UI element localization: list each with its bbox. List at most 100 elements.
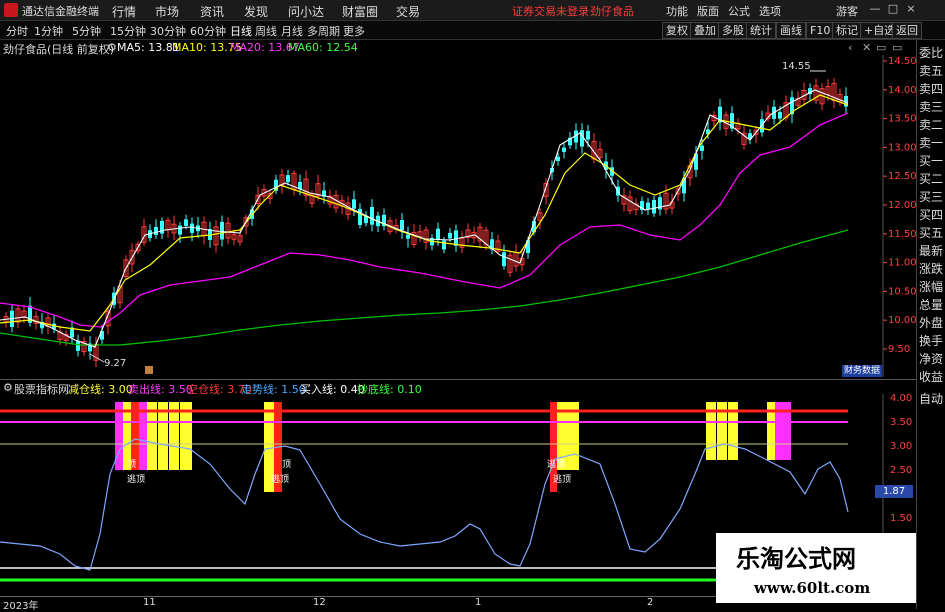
- quote-panel-item[interactable]: 卖四: [919, 80, 943, 97]
- window-toggle-icon[interactable]: ▭: [892, 41, 902, 54]
- price-axis-label: 10.50: [888, 286, 916, 297]
- menu-item-formula[interactable]: 公式: [728, 3, 750, 19]
- quote-panel-item[interactable]: 最新: [919, 242, 943, 259]
- login-warning[interactable]: 证券交易未登录: [512, 3, 589, 19]
- tab-5min[interactable]: 5分钟: [72, 23, 101, 39]
- quote-panel-item[interactable]: 净资: [919, 350, 943, 367]
- menu-item-trade[interactable]: 交易: [396, 3, 420, 20]
- quote-panel-item[interactable]: 涨跌: [919, 260, 943, 277]
- maximize-icon[interactable]: □: [886, 2, 900, 16]
- close-panel-icon[interactable]: ✕: [862, 41, 871, 54]
- menu-item-ask[interactable]: 问小达: [288, 3, 324, 20]
- quote-panel-item[interactable]: 卖三: [919, 98, 943, 115]
- gear-icon[interactable]: ⚙: [3, 381, 13, 394]
- menu-item-options[interactable]: 选项: [759, 3, 781, 19]
- high-annotation: 14.55: [782, 61, 811, 72]
- quote-panel-item[interactable]: 买五: [919, 224, 943, 241]
- minimize-icon[interactable]: —: [868, 2, 882, 16]
- price-axis-label: 14.50: [888, 56, 916, 67]
- x-label-2: 2: [647, 597, 654, 608]
- quote-panel-item[interactable]: 换手: [919, 332, 943, 349]
- tab-1min[interactable]: 1分钟: [34, 23, 63, 39]
- tab-weekly[interactable]: 周线: [255, 23, 277, 39]
- tab-intraday[interactable]: 分时: [6, 23, 28, 39]
- close-icon[interactable]: ×: [904, 2, 918, 16]
- guest-login[interactable]: 游客: [836, 3, 858, 19]
- tab-more[interactable]: 更多: [343, 23, 365, 39]
- candle-down: [442, 240, 446, 250]
- chevron-left-icon[interactable]: ‹: [848, 41, 852, 54]
- tab-60min[interactable]: 60分钟: [190, 23, 226, 39]
- signal-label: 逃顶: [547, 458, 565, 470]
- finance-data-badge[interactable]: 财务数据: [842, 365, 883, 377]
- price-axis-label: 13.50: [888, 114, 916, 125]
- quote-panel-item[interactable]: 买二: [919, 170, 943, 187]
- window-icon[interactable]: ▭: [876, 41, 886, 54]
- quote-panel-item[interactable]: 总量: [919, 296, 943, 313]
- tab-30min[interactable]: 30分钟: [150, 23, 186, 39]
- quote-panel-item[interactable]: 买四: [919, 206, 943, 223]
- signal-label: 逃顶: [271, 473, 289, 485]
- multi-stock-button[interactable]: 多股: [718, 22, 748, 39]
- f10-button[interactable]: F10: [806, 22, 835, 39]
- candle-down: [562, 147, 566, 152]
- menu-item-layout[interactable]: 版面: [697, 3, 719, 19]
- candle-down: [358, 208, 362, 225]
- menu-item-wealth[interactable]: 财富圈: [342, 3, 378, 20]
- candle-down: [586, 130, 590, 140]
- stats-button[interactable]: 统计: [746, 22, 776, 39]
- menu-item-function[interactable]: 功能: [666, 3, 688, 19]
- watermark-title: 乐淘公式网: [736, 545, 856, 573]
- tab-daily[interactable]: 日线: [230, 23, 252, 39]
- price-axis-label: 14.00: [888, 85, 916, 96]
- tab-monthly[interactable]: 月线: [281, 23, 303, 39]
- candle-down: [406, 234, 410, 239]
- quote-panel-item[interactable]: 卖五: [919, 62, 943, 79]
- quote-panel-item[interactable]: 卖二: [919, 116, 943, 133]
- indicator-axis-label: 3.00: [890, 441, 912, 452]
- quote-panel-item[interactable]: 外盘: [919, 314, 943, 331]
- menu-item-sectors[interactable]: 市场: [155, 3, 179, 20]
- quote-panel-item[interactable]: 委比: [919, 44, 943, 61]
- candle-down: [160, 220, 164, 234]
- mark-button[interactable]: 标记: [832, 22, 862, 39]
- adjust-button[interactable]: 复权: [662, 22, 692, 39]
- quote-panel-item[interactable]: 收益: [919, 368, 943, 385]
- menu-item-discover[interactable]: 发现: [244, 3, 268, 20]
- menu-item-news[interactable]: 资讯: [200, 3, 224, 20]
- indicator-info-bar: ⚙ 股票指标网 减仓线: 3.00 卖出线: 3.50 空仓线: 3.70 走势…: [0, 379, 916, 396]
- candle-down: [646, 202, 650, 209]
- signal-label: 顶: [282, 459, 291, 470]
- candle-down: [448, 232, 452, 239]
- overlay-button[interactable]: 叠加: [690, 22, 720, 39]
- signal-label: 逃顶: [127, 473, 145, 485]
- candle-down: [778, 111, 782, 119]
- x-label-1: 1: [475, 597, 482, 608]
- candle-down: [400, 220, 404, 231]
- quote-panel-item[interactable]: 卖一: [919, 134, 943, 151]
- tab-15min[interactable]: 15分钟: [110, 23, 146, 39]
- menu-bar: 通达信金融终端 行情 市场 资讯 发现 问小达 财富圈 交易 证券交易未登录 劲…: [0, 0, 945, 21]
- quote-panel-item[interactable]: 涨幅: [919, 278, 943, 295]
- current-indicator-value: 1.87: [875, 485, 913, 498]
- candle-down: [154, 226, 158, 236]
- menu-item-market[interactable]: 行情: [112, 3, 136, 20]
- event-marker-icon[interactable]: [145, 366, 153, 374]
- candle-down: [370, 206, 374, 225]
- watermark-url: www.60lt.com: [754, 579, 871, 597]
- quote-panel-item[interactable]: 买一: [919, 152, 943, 169]
- settings-icon[interactable]: ⚙: [107, 41, 117, 54]
- back-button[interactable]: 返回: [892, 22, 922, 39]
- quote-panel-item[interactable]: 买三: [919, 188, 943, 205]
- candle-down: [556, 156, 560, 161]
- candle-down: [76, 340, 80, 351]
- x-label-11: 11: [143, 597, 156, 608]
- signal-label: 逃顶: [553, 473, 571, 485]
- tab-multi-period[interactable]: 多周期: [307, 23, 340, 39]
- top-stock-name: 劲仔食品: [590, 5, 634, 18]
- price-chart[interactable]: 14.50 14.00 13.50 13.00 12.50 12.00 11.50 11.00…: [0, 55, 916, 377]
- watermark: 乐淘公式网 www.60lt.com: [716, 533, 916, 603]
- ma-info-bar: 劲仔食品(日线 前复权) ⚙ MA5: 13.81 MA10: 13.75 MA…: [0, 40, 916, 56]
- quote-panel-item[interactable]: 自动: [919, 390, 943, 407]
- draw-button[interactable]: 画线: [776, 22, 806, 39]
